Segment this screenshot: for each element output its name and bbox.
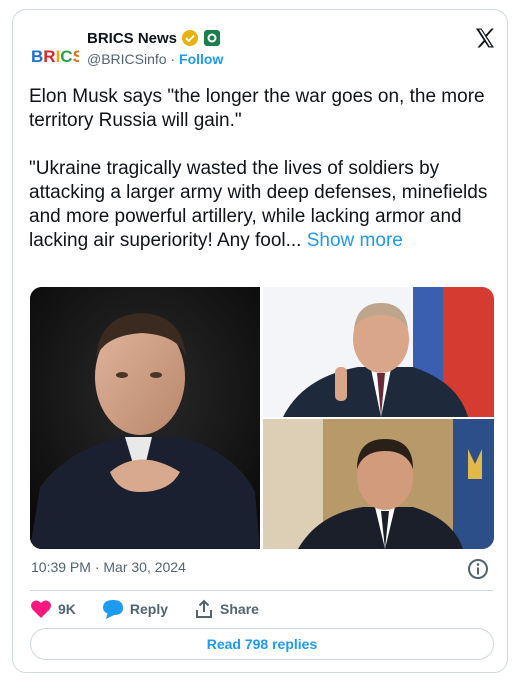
zelensky-photo xyxy=(263,419,494,549)
share-icon xyxy=(196,599,213,618)
photo-zelensky[interactable] xyxy=(263,419,494,549)
tweet-body: Elon Musk says "the longer the war goes … xyxy=(29,86,488,251)
share-button[interactable]: Share xyxy=(194,599,259,619)
photo-putin[interactable] xyxy=(263,287,494,417)
info-icon[interactable] xyxy=(467,558,489,580)
read-replies-button[interactable]: Read 798 replies xyxy=(30,628,494,660)
media-grid[interactable] xyxy=(30,287,494,549)
brics-logo-icon: BRICS xyxy=(31,47,84,66)
elon-musk-photo xyxy=(30,287,260,549)
tweet-card: BRICS BRICS News @BRICSinfo · Follow Elo… xyxy=(12,9,508,673)
timestamp[interactable]: 10:39 PM · Mar 30, 2024 xyxy=(31,559,186,575)
display-name[interactable]: BRICS News xyxy=(87,30,177,47)
x-logo-icon[interactable] xyxy=(473,26,497,50)
show-more-link[interactable]: Show more xyxy=(307,230,403,251)
reply-label: Reply xyxy=(129,601,169,617)
name-row: BRICS News xyxy=(87,28,221,48)
like-count: 9K xyxy=(58,601,76,617)
svg-text:BRICS: BRICS xyxy=(31,47,79,66)
heart-icon xyxy=(31,600,51,618)
tweet-header: BRICS BRICS News @BRICSinfo · Follow xyxy=(29,24,495,78)
handle[interactable]: @BRICSinfo xyxy=(87,51,167,67)
divider xyxy=(30,590,493,591)
separator: · xyxy=(170,51,176,67)
gold-verified-badge-icon[interactable] xyxy=(181,29,199,47)
follow-button[interactable]: Follow xyxy=(179,51,223,67)
avatar[interactable]: BRICS xyxy=(29,32,84,76)
handle-row: @BRICSinfo · Follow xyxy=(87,51,223,67)
photo-elon-musk[interactable] xyxy=(30,287,260,549)
share-label: Share xyxy=(220,601,259,617)
green-flag-badge-icon[interactable] xyxy=(203,29,221,47)
tweet-text: Elon Musk says "the longer the war goes … xyxy=(29,85,495,253)
reply-button[interactable]: Reply xyxy=(102,599,168,619)
action-bar: 9K Reply Share xyxy=(30,597,285,621)
reply-bubble-icon xyxy=(102,600,123,619)
like-button[interactable]: 9K xyxy=(30,599,76,619)
putin-photo xyxy=(263,287,494,417)
